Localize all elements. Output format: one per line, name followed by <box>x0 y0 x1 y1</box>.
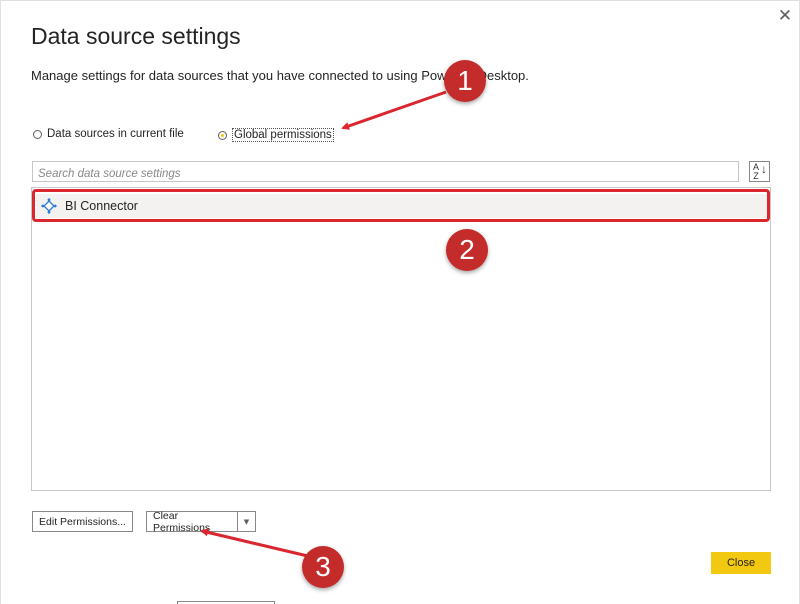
data-source-list: BI Connector <box>31 187 771 491</box>
radio-button-global[interactable] <box>218 130 227 140</box>
sort-z-label: Z <box>753 171 759 181</box>
sort-arrow-icon: ↓ <box>761 162 767 176</box>
close-button[interactable]: Close <box>711 552 771 574</box>
step-1-badge: 1 <box>444 60 486 102</box>
radio-label-current-file: Data sources in current file <box>47 128 184 140</box>
selection-highlight-box <box>32 189 770 222</box>
sort-az-icon[interactable]: A Z ↓ <box>749 161 770 182</box>
radio-current-file[interactable]: Data sources in current file <box>33 128 184 140</box>
chevron-down-icon[interactable]: ▼ <box>238 511 256 532</box>
close-icon[interactable]: ✕ <box>776 7 794 25</box>
step-2-badge: 2 <box>446 229 488 271</box>
radio-global-permissions[interactable]: Global permissions <box>218 128 334 142</box>
step-3-badge: 3 <box>302 546 344 588</box>
search-input[interactable] <box>33 164 738 184</box>
data-source-settings-dialog: ✕ Data source settings Manage settings f… <box>0 0 800 604</box>
edit-permissions-button[interactable]: Edit Permissions... <box>32 511 133 532</box>
dialog-title: Data source settings <box>31 23 241 49</box>
radio-label-global: Global permissions <box>232 128 334 142</box>
radio-button-current-file[interactable] <box>33 129 42 139</box>
search-box[interactable] <box>32 161 739 184</box>
clear-permissions-button[interactable]: Clear Permissions <box>146 510 238 534</box>
